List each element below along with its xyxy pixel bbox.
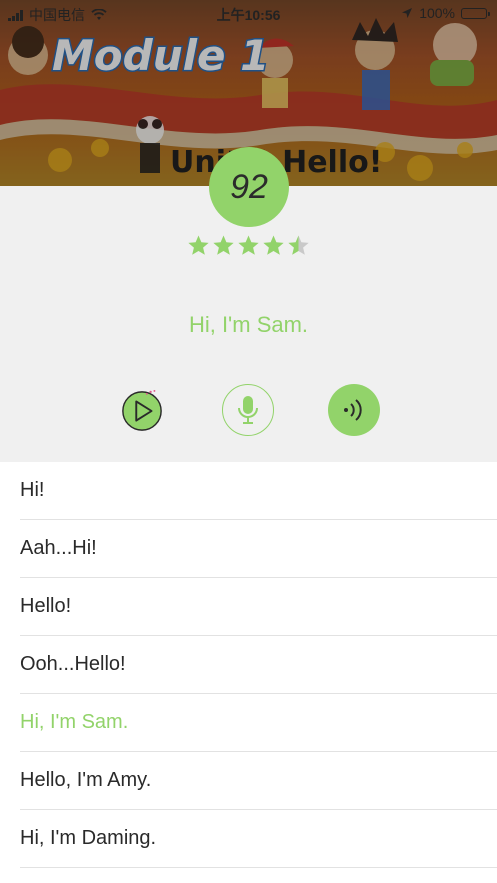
star-icon bbox=[263, 235, 284, 255]
sentence-list: Hi! Aah...Hi! Hello! Ooh...Hello! Hi, I'm Sa… bbox=[0, 462, 497, 868]
sentence-text: Hello! bbox=[20, 595, 72, 617]
sentence-text: Hi! bbox=[20, 479, 45, 501]
sentence-row[interactable]: Hi, I'm Daming. bbox=[20, 810, 497, 868]
status-bar: 中国电信 上午10:56 100% bbox=[0, 0, 497, 28]
sentence-row[interactable]: Hello, I'm Amy. bbox=[20, 752, 497, 810]
sentence-text: Hello, I'm Amy. bbox=[20, 769, 152, 791]
star-icon bbox=[213, 235, 234, 255]
location-arrow-icon bbox=[402, 8, 413, 18]
sentence-row[interactable]: Ooh...Hello! bbox=[20, 636, 497, 694]
current-sentence: Hi, I'm Sam. bbox=[188, 312, 309, 337]
sentence-row[interactable]: Hi, I'm Sam. bbox=[20, 694, 497, 752]
record-button[interactable] bbox=[222, 384, 274, 436]
sentence-text: Hi, I'm Daming. bbox=[20, 827, 157, 849]
sentence-row[interactable]: Aah...Hi! bbox=[20, 520, 497, 578]
star-icon bbox=[288, 235, 309, 255]
battery-icon bbox=[461, 7, 490, 19]
sentence-text: Hi, I'm Sam. bbox=[20, 711, 129, 733]
sentence-text: Ooh...Hello! bbox=[20, 653, 126, 675]
star-icon bbox=[238, 235, 259, 255]
sentence-text: Aah...Hi! bbox=[20, 537, 97, 559]
star-rating bbox=[0, 234, 497, 257]
sentence-row[interactable]: Hello! bbox=[20, 578, 497, 636]
sentence-row[interactable]: Hi! bbox=[20, 462, 497, 520]
score-badge: 92 bbox=[209, 147, 289, 227]
microphone-icon bbox=[238, 396, 258, 424]
screen: Module 1 Unit 1 Hello! 中国电信 上午10:56 bbox=[0, 0, 497, 883]
sound-wave-icon bbox=[344, 399, 362, 421]
battery-percent: 100% bbox=[419, 5, 455, 21]
star-icon bbox=[188, 235, 209, 255]
play-original-button[interactable] bbox=[120, 389, 164, 433]
play-icon bbox=[122, 389, 162, 431]
playback-recording-button[interactable] bbox=[328, 384, 380, 436]
